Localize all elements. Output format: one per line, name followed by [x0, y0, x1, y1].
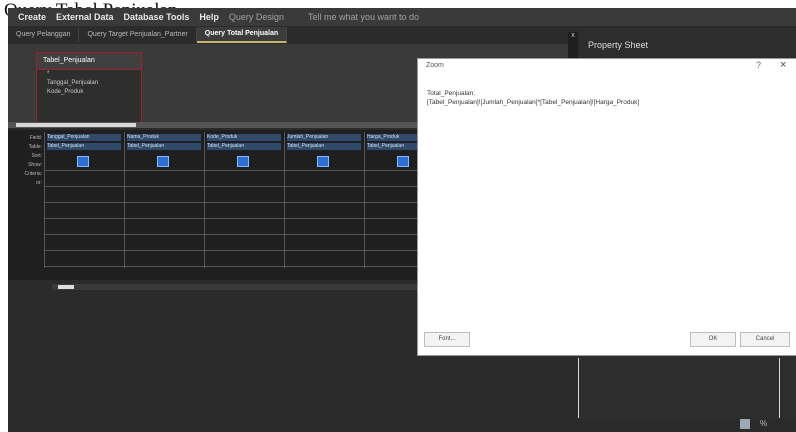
grid-row-labels: Field: Table: Sort: Show: Criteria: or:	[10, 134, 42, 188]
expression-textarea[interactable]: Total_Penjualan: [Tabel_Penjualan]![Juml…	[427, 89, 787, 107]
table-cell[interactable]: Tabel_Penjualan	[127, 143, 201, 150]
row-label: Show:	[28, 162, 42, 168]
table-cell[interactable]: Tabel_Penjualan	[287, 143, 361, 150]
field-cell[interactable]: Kode_Produk	[207, 134, 281, 141]
row-label: Criteria:	[24, 171, 42, 177]
field-item[interactable]: Kode_Produk	[37, 88, 141, 97]
row-label: Sort:	[31, 153, 42, 159]
property-sheet-toggle[interactable]: x	[568, 32, 578, 60]
show-checkbox[interactable]	[397, 156, 409, 167]
field-cell[interactable]: Tanggal_Penjualan	[47, 134, 121, 141]
document-tabs: Query Pelanggan Query Target Penjualan_P…	[8, 27, 568, 43]
tab-query-target-penjualan[interactable]: Query Target Penjualan_Partner	[79, 28, 197, 42]
row-label: Field:	[29, 135, 42, 141]
ribbon-help[interactable]: Help	[199, 12, 219, 22]
grid-column[interactable]: Tanggal_Penjualan Tabel_Penjualan	[44, 132, 123, 268]
show-checkbox[interactable]	[317, 156, 329, 167]
row-label: Table:	[28, 144, 42, 150]
table-cell[interactable]: Tabel_Penjualan	[207, 143, 281, 150]
tab-query-pelanggan[interactable]: Query Pelanggan	[8, 28, 80, 42]
row-label: or:	[36, 180, 42, 186]
table-field-list[interactable]: Tabel_Penjualan * Tanggal_Penjualan Kode…	[36, 52, 142, 124]
grid-column[interactable]: Kode_Produk Tabel_Penjualan	[204, 132, 283, 268]
show-checkbox[interactable]	[157, 156, 169, 167]
grid-scrollbar-thumb[interactable]	[58, 285, 74, 289]
field-cell[interactable]: Nama_Produk	[127, 134, 201, 141]
field-item[interactable]: Tanggal_Penjualan	[37, 79, 141, 88]
zoom-indicator: %	[760, 419, 768, 428]
help-icon[interactable]: ?	[756, 60, 761, 70]
ribbon-database-tools[interactable]: Database Tools	[124, 12, 190, 22]
ribbon-create[interactable]: Create	[18, 12, 46, 22]
table-title[interactable]: Tabel_Penjualan	[37, 53, 141, 70]
zoom-dialog: Zoom ? × Total_Penjualan: [Tabel_Penjual…	[417, 58, 796, 356]
cancel-button[interactable]: Cancel	[740, 332, 790, 347]
ok-button[interactable]: OK	[690, 332, 736, 347]
tab-query-total-penjualan[interactable]: Query Total Penjualan	[196, 27, 288, 43]
datasheet-view-icon[interactable]	[740, 419, 750, 429]
grid-column[interactable]: Nama_Produk Tabel_Penjualan	[124, 132, 203, 268]
status-bar: %	[8, 418, 796, 432]
ribbon: Create External Data Database Tools Help…	[8, 8, 796, 26]
show-checkbox[interactable]	[77, 156, 89, 167]
ribbon-external-data[interactable]: External Data	[56, 12, 114, 22]
zoom-dialog-title: Zoom	[426, 62, 444, 69]
field-item[interactable]: *	[37, 70, 141, 79]
ribbon-query-design[interactable]: Query Design	[229, 12, 284, 22]
property-sheet-title: Property Sheet	[588, 40, 649, 50]
table-cell[interactable]: Tabel_Penjualan	[47, 143, 121, 150]
show-checkbox[interactable]	[237, 156, 249, 167]
font-button[interactable]: Font...	[424, 332, 470, 347]
field-cell[interactable]: Jumlah_Penjualan	[287, 134, 361, 141]
upper-scrollbar-thumb[interactable]	[16, 123, 136, 127]
property-sheet-body	[578, 358, 780, 425]
grid-column[interactable]: Jumlah_Penjualan Tabel_Penjualan	[284, 132, 363, 268]
close-icon[interactable]: ×	[780, 59, 786, 71]
tell-me-search[interactable]: Tell me what you want to do	[308, 12, 419, 22]
